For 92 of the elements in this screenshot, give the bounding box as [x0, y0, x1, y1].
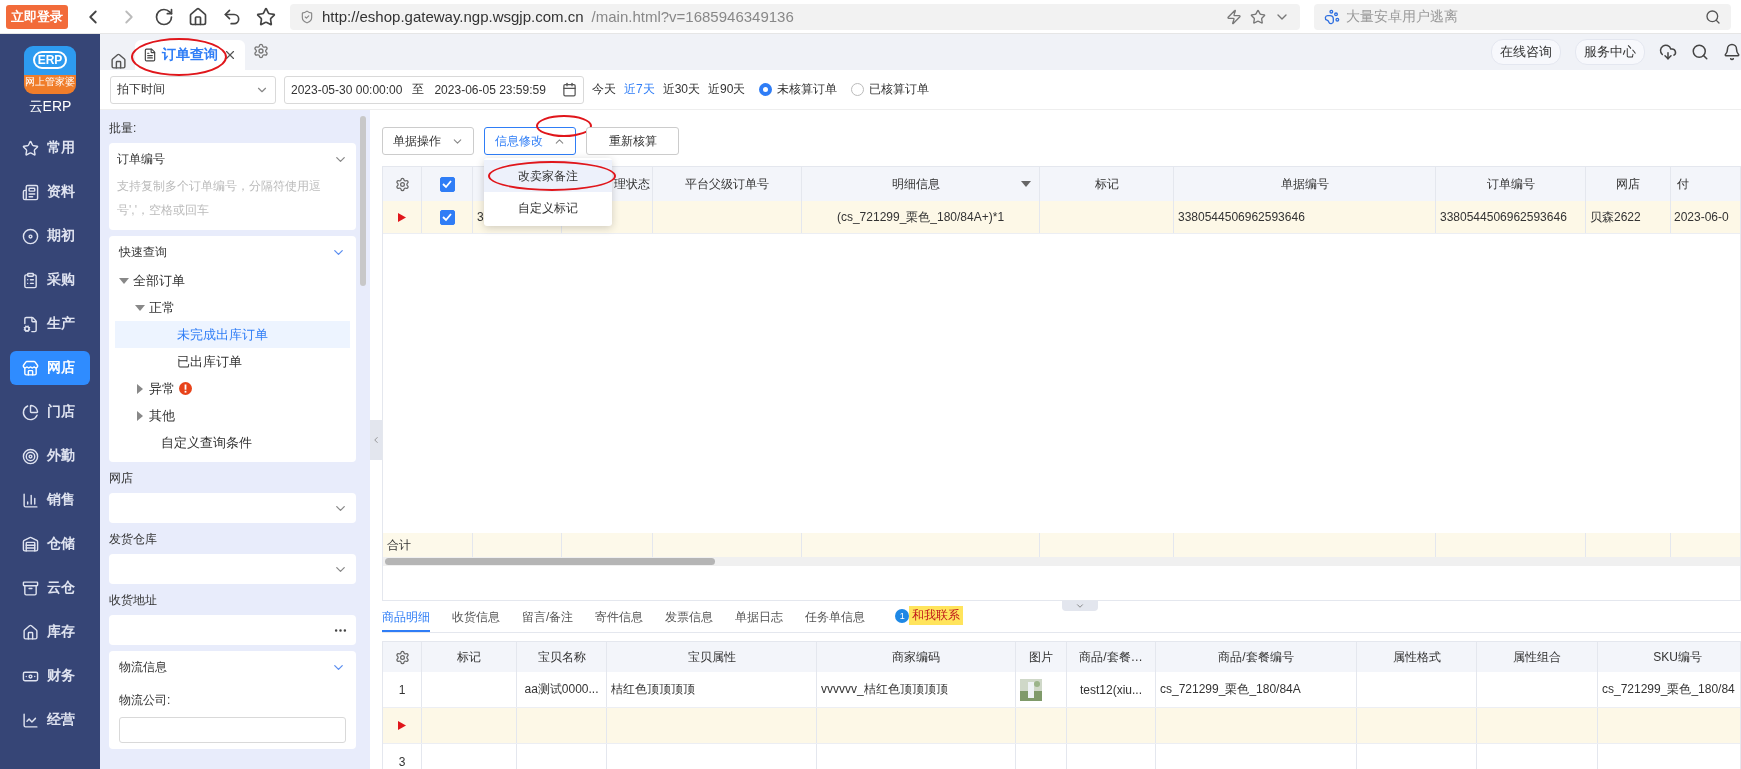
tree-item[interactable]: 已出库订单 — [115, 348, 350, 375]
column-header: 网店 — [1616, 175, 1640, 193]
column-header: 订单编号 — [1486, 175, 1535, 193]
table-cell: cs_721299_栗色_180/84A — [1160, 681, 1301, 698]
field-label: 物流公司: — [119, 692, 172, 709]
table-cell: 3380544506962593646 — [1440, 210, 1567, 224]
table-row[interactable]: 1 aa测试0000... 桔红色顶顶顶顶 vvvvvv_桔红色顶顶顶顶 test12(xiu... cs_721299_栗色_180/84A cs_721299_栗色_180/84 — [383, 672, 1740, 708]
column-header: 商品/套餐… — [1079, 648, 1143, 666]
header-link[interactable]: 在线咨询 — [1491, 39, 1561, 65]
table-cell: 桔红色顶顶顶顶 — [611, 681, 695, 698]
column-header: 宝贝名称 — [537, 648, 586, 666]
column-header: 标记 — [457, 648, 481, 666]
header-link[interactable]: 服务中心 — [1575, 39, 1645, 65]
quick-range-link[interactable]: 近7天 — [624, 81, 655, 98]
detail-tab[interactable]: 发票信息 — [665, 604, 714, 632]
detail-tab[interactable]: 单据日志 — [735, 604, 784, 632]
toolbar-button[interactable]: 信息修改 — [484, 127, 576, 155]
table-cell: (cs_721299_栗色_180/84A+)*1 — [836, 208, 1005, 226]
tree-item[interactable]: 未完成出库订单 — [115, 321, 350, 348]
column-header: 图片 — [1029, 648, 1053, 666]
page-tab[interactable]: 订单查询 — [135, 40, 245, 70]
toolbar-button[interactable]: 单据操作 — [382, 127, 474, 155]
nav-item[interactable]: 门店 — [10, 395, 90, 429]
contact-link[interactable]: 和我联系 — [909, 606, 964, 625]
column-header: 属性格式 — [1392, 648, 1441, 666]
detail-tab[interactable]: 收货信息 — [452, 604, 500, 632]
tree-item[interactable]: 正常 — [115, 294, 350, 321]
batch-label: 批量: — [109, 120, 138, 137]
section-title: 物流信息 — [119, 659, 167, 676]
detail-tab[interactable]: 留言/备注 — [522, 604, 574, 632]
nav-item[interactable]: 云仓 — [10, 571, 90, 605]
row-number: 1 — [398, 682, 406, 697]
column-header: 标记 — [1094, 175, 1119, 193]
tree-item[interactable]: 其他 — [115, 402, 350, 429]
nav-item[interactable]: 财务 — [10, 659, 90, 693]
row-number: 3 — [398, 754, 406, 769]
app-logo: ERP 网上管家婆 — [24, 46, 76, 94]
column-header: 平台父级订单号 — [685, 175, 769, 193]
detail-tab[interactable]: 寄件信息 — [595, 604, 644, 632]
quick-range-link[interactable]: 今天 — [592, 81, 616, 98]
column-header: SKU编号 — [1653, 648, 1702, 666]
toolbar-button[interactable]: 重新核算 — [586, 127, 679, 155]
nav-item[interactable]: 采购 — [10, 263, 90, 297]
status-radio[interactable]: 未核算订单 — [759, 81, 838, 98]
column-header: 商家编码 — [892, 648, 940, 666]
quick-range-link[interactable]: 近30天 — [662, 81, 701, 98]
column-header: 宝贝属性 — [687, 648, 736, 666]
date-range-field[interactable]: 2023-05-30 00:00:00 至 2023-06-05 23:59:59 — [284, 75, 584, 104]
menu-item[interactable]: 自定义标记 — [484, 192, 612, 224]
chat-count-badge: 1 — [895, 608, 910, 623]
table-cell: cs_721299_栗色_180/84 — [1602, 681, 1735, 698]
table-cell: 贝森2622 — [1590, 208, 1641, 226]
address-bar[interactable]: http://eshop.gateway.ngp.wsgjp.com.cn /main.html?v=1685946349136 — [290, 3, 1300, 30]
nav-item[interactable]: 期初 — [10, 219, 90, 253]
table-cell: test12(xiu... — [1080, 682, 1142, 697]
nav-item[interactable]: 经营 — [10, 703, 90, 737]
app-name: 云ERP — [28, 98, 72, 116]
field-label: 收货地址 — [109, 592, 158, 609]
column-header: 单据编号 — [1280, 175, 1329, 193]
field-label: 发货仓库 — [109, 531, 158, 548]
table-cell: 3380544506962593646 — [1178, 210, 1305, 224]
time-type-select[interactable]: 拍下时间 — [110, 75, 276, 104]
table-cell: 2023-06-0 — [1674, 210, 1729, 224]
quick-range-link[interactable]: 近90天 — [708, 81, 746, 98]
nav-item[interactable]: 库存 — [10, 615, 90, 649]
table-cell: 3 — [477, 210, 484, 224]
nav-item[interactable]: 外勤 — [10, 439, 90, 473]
column-header: 付 — [1677, 175, 1689, 193]
nav-item[interactable]: 常用 — [10, 131, 90, 165]
tree-item[interactable]: 异常 — [115, 375, 350, 402]
total-label: 合计 — [387, 536, 411, 554]
nav-item[interactable]: 资料 — [10, 175, 90, 209]
url-host: http://eshop.gateway.ngp.wsgjp.com.cn — [322, 8, 584, 25]
tree-item[interactable]: 自定义查询条件 — [115, 429, 350, 456]
section-title: 快速查询 — [119, 244, 167, 261]
url-path: /main.html?v=1685946349136 — [591, 8, 795, 25]
menu-item[interactable]: 改卖家备注 — [484, 160, 612, 192]
nav-item[interactable]: 仓储 — [10, 527, 90, 561]
table-cell: vvvvvv_桔红色顶顶顶顶 — [821, 681, 948, 698]
tree-item[interactable]: 全部订单 — [115, 267, 350, 294]
column-header: 属性组合 — [1513, 648, 1561, 666]
field-label: 网店 — [109, 470, 134, 487]
nav-item[interactable]: 生产 — [10, 307, 90, 341]
detail-tab[interactable]: 任务单信息 — [805, 604, 866, 632]
column-header: 明细信息 — [891, 175, 940, 193]
table-cell: aa测试0000... — [524, 681, 599, 698]
status-radio[interactable]: 已核算订单 — [851, 81, 930, 98]
detail-tab[interactable]: 商品明细 — [382, 604, 430, 632]
column-header: 理状态 — [614, 175, 650, 193]
batch-type-select[interactable]: 订单编号 — [113, 149, 352, 170]
nav-item[interactable]: 销售 — [10, 483, 90, 517]
column-header: 商品/套餐编号 — [1218, 648, 1294, 666]
